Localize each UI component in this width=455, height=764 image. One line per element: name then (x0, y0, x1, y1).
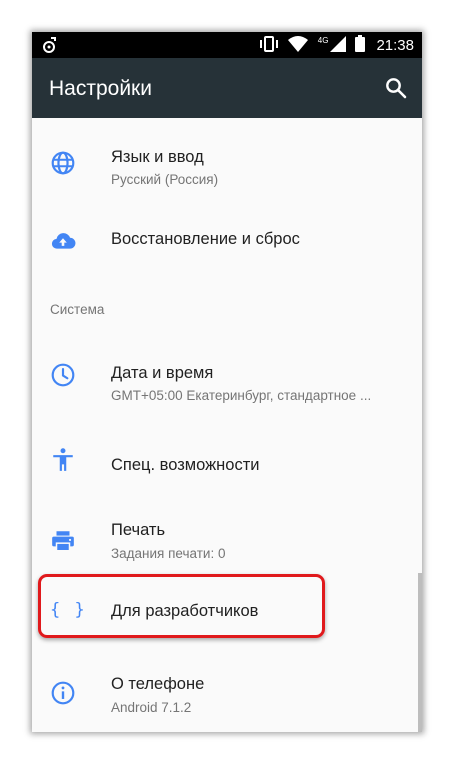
accessibility-icon (50, 447, 76, 473)
music-notification-icon (42, 36, 58, 58)
settings-item-accessibility[interactable]: Спец. возможности (32, 423, 422, 503)
settings-item-print[interactable]: Печать Задания печати: 0 (32, 504, 422, 584)
cloud-upload-icon (50, 228, 76, 254)
clock-icon (50, 362, 76, 388)
phone-screen: 4G 21:38 Настройки Язык и ввод Русский (… (32, 32, 422, 732)
settings-item-title: Восстановление и сброс (111, 230, 300, 248)
scrollbar[interactable] (418, 573, 422, 732)
print-icon (50, 528, 76, 554)
settings-list: Язык и ввод Русский (Россия) Восстановле… (32, 118, 422, 732)
settings-item-title: Дата и время (111, 364, 214, 382)
page-title: Настройки (49, 77, 152, 100)
settings-item-summary: Задания печати: 0 (111, 546, 226, 561)
settings-item-backup-reset[interactable]: Восстановление и сброс (32, 208, 422, 278)
settings-item-title: Спец. возможности (111, 456, 260, 474)
settings-item-title: Язык и ввод (111, 148, 204, 166)
settings-item-title: Печать (111, 521, 166, 539)
highlight-frame (38, 574, 325, 638)
network-type-label: 4G (317, 36, 329, 45)
settings-item-about-phone[interactable]: О телефоне Android 7.1.2 (32, 658, 422, 732)
settings-item-summary: GMT+05:00 Екатеринбург, стандартное ... (111, 388, 372, 403)
search-icon[interactable] (384, 76, 408, 100)
info-icon (50, 680, 76, 706)
clock-time: 21:38 (376, 37, 414, 54)
wifi-icon (287, 35, 309, 56)
battery-icon (355, 35, 366, 56)
settings-item-date-time[interactable]: Дата и время GMT+05:00 Екатеринбург, ста… (32, 342, 422, 422)
vibrate-icon (259, 35, 278, 56)
settings-item-summary: Android 7.1.2 (111, 700, 192, 715)
cellular-signal-icon (330, 35, 347, 56)
settings-item-language[interactable]: Язык и ввод Русский (Россия) (32, 126, 422, 206)
section-header-system: Система (50, 302, 105, 317)
settings-item-title: О телефоне (111, 675, 205, 693)
status-bar: 4G 21:38 (32, 32, 422, 58)
app-bar: Настройки (32, 58, 422, 118)
settings-item-summary: Русский (Россия) (111, 172, 219, 187)
globe-icon (50, 150, 76, 176)
